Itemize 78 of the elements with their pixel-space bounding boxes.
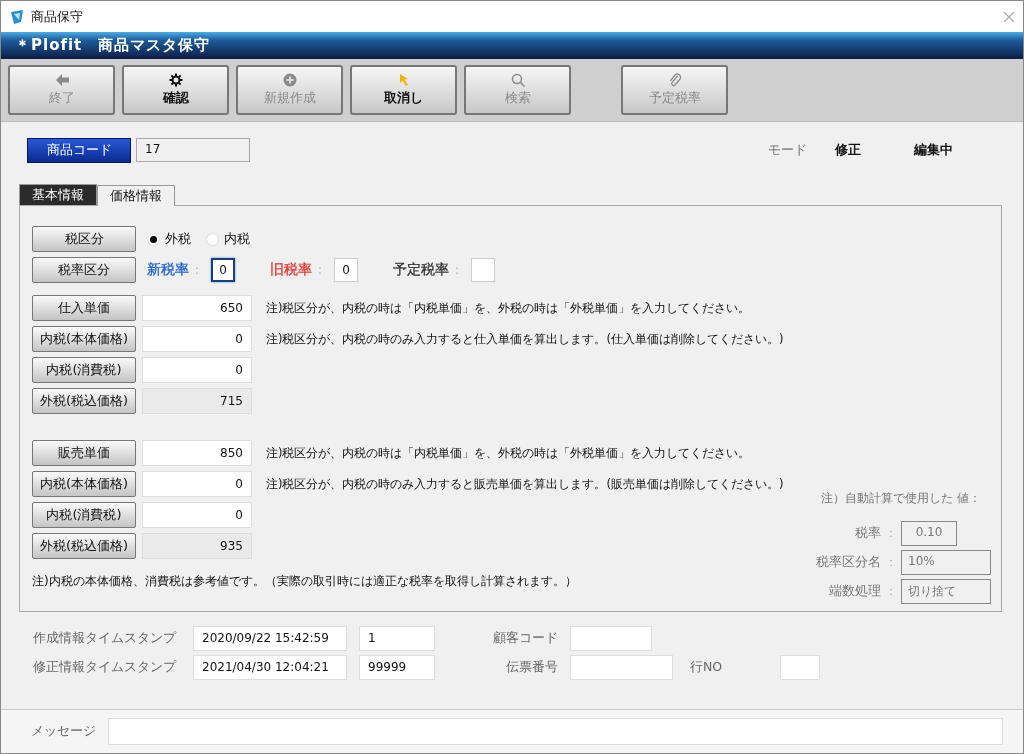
readonly-field: 935 xyxy=(142,533,252,559)
auto-calc-value: 0.10 xyxy=(901,521,957,546)
number-field[interactable]: 1 xyxy=(359,626,435,651)
toolbar-button[interactable]: 確認 xyxy=(122,65,229,115)
separator-text: : xyxy=(195,263,200,277)
tax-rate-label: 予定税率 xyxy=(393,261,450,279)
tax-type-button[interactable]: 税区分 xyxy=(32,226,136,252)
separator-text: : xyxy=(455,263,460,277)
radio-label: 内税 xyxy=(224,230,250,248)
tab[interactable]: 基本情報 xyxy=(19,184,97,205)
price-field[interactable]: 0 xyxy=(142,502,252,528)
product-code-field[interactable]: 17 xyxy=(136,138,250,162)
field-label-button[interactable]: 内税(本体価格) xyxy=(32,471,136,497)
timestamp-field[interactable]: 2021/04/30 12:04:21 xyxy=(193,655,347,680)
note-text: 注)税区分が、内税の時のみ入力すると仕入単価を算出します。(仕入単価は削除してください。) xyxy=(266,331,784,347)
separator-text: ： xyxy=(885,525,897,542)
footnote-text: 注)内税の本体価格、消費税は参考値です。（実際の取引時には適正な税率を取得し計算されます。） xyxy=(32,573,578,590)
radio-button[interactable] xyxy=(147,232,160,246)
timestamp-label: 修正情報タイムスタンプ xyxy=(33,659,178,676)
auto-calc-value: 切り捨て xyxy=(901,579,991,604)
price-field[interactable]: 0 xyxy=(142,326,252,352)
tax-rate-field[interactable]: 0 xyxy=(211,258,236,282)
line-number-field[interactable] xyxy=(780,655,820,680)
price-field[interactable]: 0 xyxy=(142,471,252,497)
auto-calc-label: 税率 xyxy=(855,525,881,542)
arrow-left-icon xyxy=(54,73,69,87)
auto-calc-label: 端数処理 xyxy=(829,583,881,600)
slip-number-field[interactable] xyxy=(570,655,673,680)
field-label-button[interactable]: 販売単価 xyxy=(32,440,136,466)
tax-rate-button[interactable]: 税率区分 xyxy=(32,257,136,283)
tax-rate-label: 旧税率 xyxy=(270,261,313,279)
field-label-button[interactable]: 外税(税込価格) xyxy=(32,533,136,559)
separator-text: : xyxy=(318,263,323,277)
field-label-button[interactable]: 内税(消費税) xyxy=(32,502,136,528)
field-label-button[interactable]: 内税(消費税) xyxy=(32,357,136,383)
price-field[interactable]: 850 xyxy=(142,440,252,466)
app-logo-icon xyxy=(9,8,25,25)
timestamp-field[interactable]: 2020/09/22 15:42:59 xyxy=(193,626,347,651)
search-icon xyxy=(510,73,525,87)
tax-rate-field[interactable] xyxy=(471,258,496,282)
auto-calc-heading: 注）自動計算で使用した 値： xyxy=(821,490,981,507)
plus-circle-icon xyxy=(282,73,297,87)
message-label: メッセージ xyxy=(31,723,96,740)
tax-rate-label: 新税率 xyxy=(147,261,189,279)
number-field[interactable]: 99999 xyxy=(359,655,435,680)
field-label-button[interactable]: 内税(本体価格) xyxy=(32,326,136,352)
price-field[interactable]: 650 xyxy=(142,295,252,321)
customer-code-field[interactable] xyxy=(570,626,652,651)
tax-rate-field[interactable]: 0 xyxy=(334,258,359,282)
line-number-label: 行NO xyxy=(690,659,724,676)
mode-label: モード xyxy=(768,141,807,159)
field-label-button[interactable]: 仕入単価 xyxy=(32,295,136,321)
timestamp-label: 作成情報タイムスタンプ xyxy=(33,630,178,647)
note-text: 注)税区分が、内税の時は「内税単価」を、外税の時は「外税単価」を入力してください。 xyxy=(266,300,751,316)
radio-label: 外税 xyxy=(165,230,191,248)
slip-number-label: 伝票番号 xyxy=(505,659,559,676)
separator-text: ： xyxy=(885,554,897,571)
settings-icon xyxy=(168,73,183,87)
app-title: ＊Plofit 商品マスタ保守 xyxy=(15,36,211,55)
window-title: 商品保守 xyxy=(31,7,84,26)
separator-text: ： xyxy=(885,583,897,600)
note-text: 注)税区分が、内税の時は「内税単価」を、外税の時は「外税単価」を入力してください。 xyxy=(266,445,751,461)
paperclip-icon xyxy=(667,73,682,87)
customer-code-label: 顧客コード xyxy=(492,630,559,647)
price-field[interactable]: 0 xyxy=(142,357,252,383)
radio-button[interactable] xyxy=(206,232,219,246)
close-icon[interactable] xyxy=(1003,10,1015,23)
note-text: 注)税区分が、内税の時のみ入力すると販売単価を算出します。(販売単価は削除してください。) xyxy=(266,476,784,492)
tab[interactable]: 価格情報 xyxy=(97,185,175,206)
readonly-field: 715 xyxy=(142,388,252,414)
message-field[interactable] xyxy=(108,718,1003,745)
auto-calc-value: 10% xyxy=(901,550,991,575)
product-code-button[interactable]: 商品コード xyxy=(27,137,131,163)
mode-value: 修正 xyxy=(835,141,861,159)
edit-status: 編集中 xyxy=(914,141,953,159)
field-label-button[interactable]: 外税(税込価格) xyxy=(32,388,136,414)
toolbar-button[interactable]: 取消し xyxy=(350,65,457,115)
auto-calc-label: 税率区分名 xyxy=(816,554,881,571)
